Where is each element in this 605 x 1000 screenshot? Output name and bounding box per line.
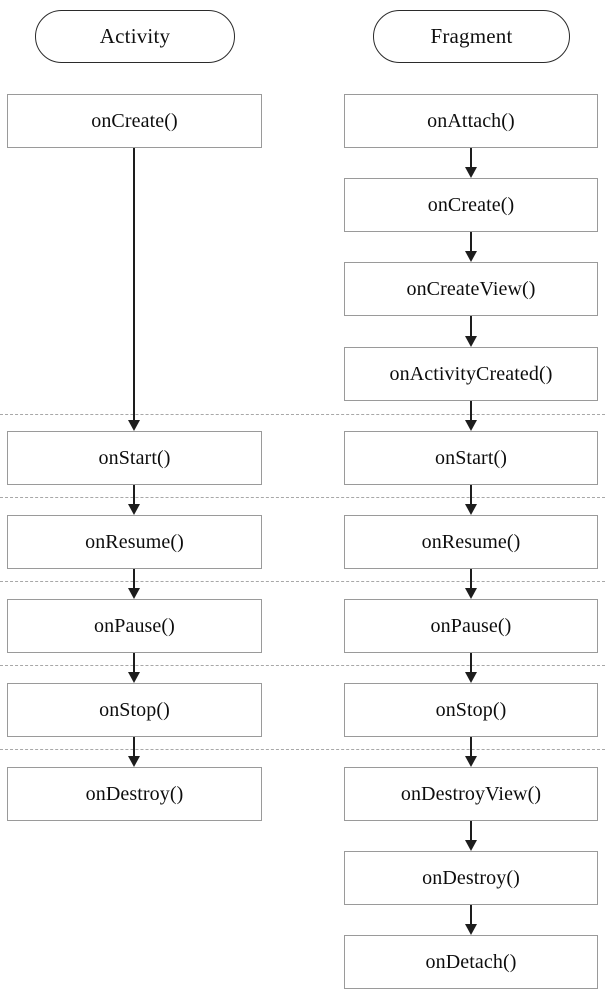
arrow-shaft — [470, 316, 472, 337]
fragment-onresume-to-onpause-arrow — [461, 569, 481, 599]
fragment-oncreateview-to-onactivitycreated-arrow — [461, 316, 481, 347]
arrow-shaft — [470, 737, 472, 757]
lifecycle-node-fragment-onactivitycreated: onActivityCreated() — [344, 347, 598, 401]
arrow-head-icon — [465, 167, 477, 178]
arrow-head-icon — [128, 420, 140, 431]
lifecycle-separator-2 — [0, 497, 605, 498]
lifecycle-node-fragment-onstart: onStart() — [344, 431, 598, 485]
lifecycle-node-fragment-onpause: onPause() — [344, 599, 598, 653]
lifecycle-node-fragment-ondestroyview: onDestroyView() — [344, 767, 598, 821]
arrow-shaft — [470, 148, 472, 168]
arrow-shaft — [133, 569, 135, 589]
fragment-onpause-to-onstop-arrow — [461, 653, 481, 683]
arrow-shaft — [470, 821, 472, 841]
lifecycle-node-fragment-onattach: onAttach() — [344, 94, 598, 148]
lifecycle-node-fragment-onstop: onStop() — [344, 683, 598, 737]
arrow-head-icon — [465, 924, 477, 935]
arrow-shaft — [470, 401, 472, 421]
arrow-shaft — [470, 232, 472, 252]
lifecycle-node-fragment-oncreateview: onCreateView() — [344, 262, 598, 316]
lifecycle-separator-5 — [0, 749, 605, 750]
activity-onstop-to-ondestroy-arrow — [124, 737, 144, 767]
arrow-head-icon — [465, 251, 477, 262]
fragment-onactivitycreated-to-onstart-arrow — [461, 401, 481, 431]
fragment-ondestroyview-to-ondestroy-arrow — [461, 821, 481, 851]
fragment-ondestroy-to-ondetach-arrow — [461, 905, 481, 935]
activity-onresume-to-onpause-arrow — [124, 569, 144, 599]
arrow-head-icon — [465, 420, 477, 431]
arrow-head-icon — [465, 756, 477, 767]
column-header-fragment: Fragment — [373, 10, 570, 63]
arrow-shaft — [470, 485, 472, 505]
fragment-oncreate-to-oncreateview-arrow — [461, 232, 481, 262]
arrow-shaft — [470, 653, 472, 673]
lifecycle-node-activity-onstop: onStop() — [7, 683, 262, 737]
arrow-shaft — [133, 148, 135, 421]
activity-onpause-to-onstop-arrow — [124, 653, 144, 683]
arrow-shaft — [133, 485, 135, 505]
fragment-onstart-to-onresume-arrow — [461, 485, 481, 515]
arrow-head-icon — [128, 504, 140, 515]
activity-oncreate-to-onstart-arrow — [124, 148, 144, 431]
activity-onstart-to-onresume-arrow — [124, 485, 144, 515]
arrow-head-icon — [128, 756, 140, 767]
column-header-activity: Activity — [35, 10, 235, 63]
lifecycle-node-fragment-onresume: onResume() — [344, 515, 598, 569]
lifecycle-separator-4 — [0, 665, 605, 666]
lifecycle-node-activity-onresume: onResume() — [7, 515, 262, 569]
lifecycle-node-fragment-ondestroy: onDestroy() — [344, 851, 598, 905]
arrow-head-icon — [465, 336, 477, 347]
lifecycle-separator-1 — [0, 414, 605, 415]
lifecycle-node-activity-onpause: onPause() — [7, 599, 262, 653]
arrow-head-icon — [128, 588, 140, 599]
arrow-head-icon — [465, 504, 477, 515]
lifecycle-separator-3 — [0, 581, 605, 582]
arrow-shaft — [133, 737, 135, 757]
lifecycle-node-activity-oncreate: onCreate() — [7, 94, 262, 148]
arrow-head-icon — [128, 672, 140, 683]
lifecycle-diagram-canvas: Activity Fragment onCreate() onStart() onRes… — [0, 0, 605, 1000]
lifecycle-node-fragment-oncreate: onCreate() — [344, 178, 598, 232]
arrow-head-icon — [465, 840, 477, 851]
fragment-onattach-to-oncreate-arrow — [461, 148, 481, 178]
fragment-onstop-to-ondestroyview-arrow — [461, 737, 481, 767]
lifecycle-node-activity-ondestroy: onDestroy() — [7, 767, 262, 821]
arrow-shaft — [470, 905, 472, 925]
arrow-shaft — [133, 653, 135, 673]
arrow-shaft — [470, 569, 472, 589]
arrow-head-icon — [465, 588, 477, 599]
lifecycle-node-activity-onstart: onStart() — [7, 431, 262, 485]
lifecycle-node-fragment-ondetach: onDetach() — [344, 935, 598, 989]
arrow-head-icon — [465, 672, 477, 683]
